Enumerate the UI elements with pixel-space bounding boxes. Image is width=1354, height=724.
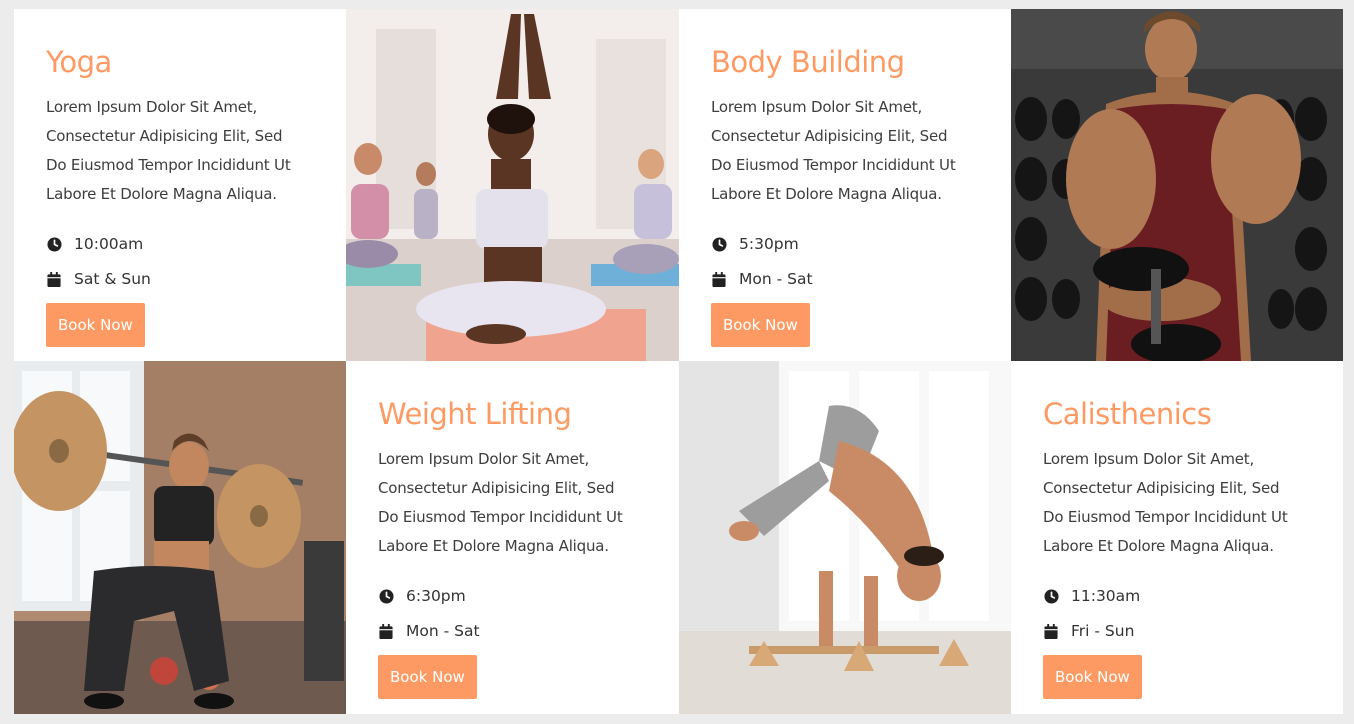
class-description-line: Consectetur Adipisicing Elit, Sed <box>1043 478 1280 497</box>
class-card-body-building: Body Building Lorem Ipsum Dolor Sit Amet… <box>679 9 1011 361</box>
class-days: Mon - Sat <box>711 262 979 297</box>
class-time-text: 6:30pm <box>406 587 466 606</box>
yoga-photo <box>346 9 679 361</box>
class-time: 11:30am <box>1043 579 1311 614</box>
book-now-button[interactable]: Book Now <box>378 654 477 699</box>
class-description-line: Do Eiusmod Tempor Incididunt Ut <box>711 155 956 174</box>
book-now-button[interactable]: Book Now <box>1043 654 1142 699</box>
class-title: Body Building <box>711 45 905 79</box>
class-description-line: Do Eiusmod Tempor Incididunt Ut <box>378 507 623 526</box>
class-description-line: Labore Et Dolore Magna Aliqua. <box>711 184 942 203</box>
weight-lifting-photo <box>14 361 346 714</box>
calisthenics-photo <box>679 361 1011 714</box>
class-description-line: Consectetur Adipisicing Elit, Sed <box>46 126 283 145</box>
class-time-text: 5:30pm <box>739 235 799 254</box>
class-description-line: Lorem Ipsum Dolor Sit Amet, <box>46 97 258 116</box>
class-title: Yoga <box>46 45 112 79</box>
clock-icon <box>46 236 62 252</box>
class-description-line: Lorem Ipsum Dolor Sit Amet, <box>711 97 923 116</box>
class-time: 5:30pm <box>711 227 979 262</box>
class-days-text: Mon - Sat <box>739 270 813 289</box>
class-title: Calisthenics <box>1043 397 1212 431</box>
class-time-text: 10:00am <box>74 235 144 254</box>
class-card-calisthenics: Calisthenics Lorem Ipsum Dolor Sit Amet,… <box>1011 361 1343 714</box>
class-card-yoga: Yoga Lorem Ipsum Dolor Sit Amet, Consect… <box>14 9 346 361</box>
class-description-line: Lorem Ipsum Dolor Sit Amet, <box>1043 449 1255 468</box>
class-description-line: Labore Et Dolore Magna Aliqua. <box>378 536 609 555</box>
calendar-icon <box>711 271 727 287</box>
class-days-text: Sat & Sun <box>74 270 151 289</box>
class-description-line: Consectetur Adipisicing Elit, Sed <box>378 478 615 497</box>
class-time: 10:00am <box>46 227 314 262</box>
clock-icon <box>1043 588 1059 604</box>
class-days-text: Fri - Sun <box>1071 622 1135 641</box>
calendar-icon <box>378 623 394 639</box>
calendar-icon <box>1043 623 1059 639</box>
class-description-line: Do Eiusmod Tempor Incididunt Ut <box>1043 507 1288 526</box>
clock-icon <box>711 236 727 252</box>
class-description-line: Labore Et Dolore Magna Aliqua. <box>46 184 277 203</box>
classes-grid: Yoga Lorem Ipsum Dolor Sit Amet, Consect… <box>14 9 1343 714</box>
class-description-line: Do Eiusmod Tempor Incididunt Ut <box>46 155 291 174</box>
class-description-line: Consectetur Adipisicing Elit, Sed <box>711 126 948 145</box>
class-card-weight-lifting: Weight Lifting Lorem Ipsum Dolor Sit Ame… <box>346 361 679 714</box>
class-time: 6:30pm <box>378 579 647 614</box>
clock-icon <box>378 588 394 604</box>
class-days: Sat & Sun <box>46 262 314 297</box>
calendar-icon <box>46 271 62 287</box>
class-title: Weight Lifting <box>378 397 572 431</box>
class-days-text: Mon - Sat <box>406 622 480 641</box>
class-description-line: Lorem Ipsum Dolor Sit Amet, <box>378 449 590 468</box>
body-building-photo <box>1011 9 1343 361</box>
class-time-text: 11:30am <box>1071 587 1141 606</box>
book-now-button[interactable]: Book Now <box>711 302 810 347</box>
book-now-button[interactable]: Book Now <box>46 302 145 347</box>
class-days: Mon - Sat <box>378 614 647 649</box>
class-days: Fri - Sun <box>1043 614 1311 649</box>
class-description-line: Labore Et Dolore Magna Aliqua. <box>1043 536 1274 555</box>
